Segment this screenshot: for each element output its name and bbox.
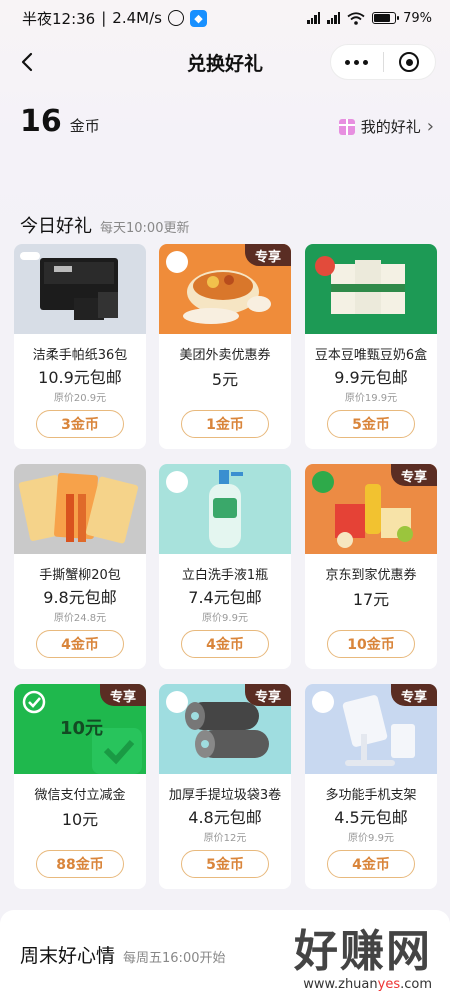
product-name: 微信支付立减金 [34,788,126,803]
product-price: 17元 [352,590,390,609]
brand-logo [166,471,188,493]
hand-soap-bottle-image [159,464,291,554]
product-original-price: 原价12元 [203,833,247,844]
nav-bar: 兑换好礼 [0,40,450,84]
product-original-price: 原价20.9元 [53,393,107,404]
food-bowl-image: 专享 [159,244,291,334]
status-time: 半夜12:36 [22,9,96,28]
product-card[interactable]: 10元 专享 微信支付立减金 10元 88金币 [14,684,146,889]
wechat-pay-coupon-image: 10元 专享 [14,684,146,774]
gift-icon [338,118,355,135]
product-name: 立白洗手液1瓶 [181,568,269,583]
redeem-button[interactable]: 5金币 [181,850,269,878]
exclusive-tag: 专享 [245,684,291,706]
exclusive-tag: 专享 [391,684,437,706]
product-price: 10元 [61,810,99,829]
wifi-icon [347,11,365,25]
product-card[interactable]: 豆本豆唯甄豆奶6盒 9.9元包邮 原价19.9元 5金币 [305,244,437,449]
signal-icon [307,12,321,24]
status-bar: 半夜12:36 | 2.4M/s ◆ 79% [0,0,450,36]
meituan-logo [166,251,188,273]
product-price: 4.8元包邮 [188,808,262,827]
battery-icon [372,12,400,24]
app-notification-icon: ◆ [189,9,207,27]
exclusive-tag: 专享 [100,684,146,706]
close-miniprogram-button[interactable] [384,52,436,72]
status-speed: 2.4M/s [112,9,162,27]
product-price: 4.5元包邮 [334,808,408,827]
product-name: 洁柔手帕纸36包 [32,348,128,363]
watermark-url: www.zhuanyes.com [303,977,432,992]
today-section-header: 今日好礼 每天10:00更新 [20,212,189,238]
product-price: 7.4元包邮 [188,588,262,607]
redeem-button[interactable]: 10金币 [327,630,415,658]
today-section-subtitle: 每天10:00更新 [100,221,190,236]
target-close-icon [399,52,420,72]
product-original-price: 原价9.9元 [348,833,394,844]
signal-icon-2 [327,12,341,24]
product-name: 加厚手提垃圾袋3卷 [168,788,282,803]
product-card[interactable]: 洁柔手帕纸36包 10.9元包邮 原价20.9元 3金币 [14,244,146,449]
product-price: 9.8元包邮 [43,588,117,607]
status-divider: | [101,9,107,27]
product-card[interactable]: 专享 多功能手机支架 4.5元包邮 原价9.9元 4金币 [305,684,437,889]
my-gifts-label: 我的好礼 [360,118,421,136]
product-name: 京东到家优惠券 [325,568,417,583]
product-price: 5元 [211,370,239,389]
back-arrow-icon[interactable] [14,48,42,76]
miniprogram-capsule [330,44,436,80]
product-card[interactable]: 专享 京东到家优惠券 17元 10金币 [305,464,437,669]
groceries-image: 专享 [305,464,437,554]
alarm-icon [167,10,184,26]
coin-balance-amount: 16 [20,104,62,139]
exclusive-tag: 专享 [391,464,437,486]
coin-balance-unit: 金币 [69,117,100,135]
redeem-button[interactable]: 1金币 [181,410,269,438]
redeem-button[interactable]: 88金币 [36,850,124,878]
redeem-button[interactable]: 4金币 [181,630,269,658]
product-price: 10.9元包邮 [38,368,122,387]
coupon-value-text: 10元 [60,718,104,739]
battery-percent: 79% [403,10,432,26]
chevron-right-icon: › [426,116,434,137]
page-title: 兑换好礼 [186,52,263,75]
my-gifts-link[interactable]: 我的好礼 › [338,116,434,137]
jd-daojia-logo [312,471,334,493]
today-section-title: 今日好礼 [20,216,92,237]
product-card[interactable]: 立白洗手液1瓶 7.4元包邮 原价9.9元 4金币 [159,464,291,669]
product-name: 多功能手机支架 [325,788,417,803]
tissue-box-image [14,244,146,334]
product-card[interactable]: 专享 美团外卖优惠券 5元 1金币 [159,244,291,449]
soy-milk-boxes-image [305,244,437,334]
exclusive-tag: 专享 [245,244,291,266]
more-options-icon[interactable] [331,59,383,65]
brand-logo [166,691,188,713]
redeem-button[interactable]: 4金币 [36,630,124,658]
product-card[interactable]: 专享 加厚手提垃圾袋3卷 4.8元包邮 原价12元 5金币 [159,684,291,889]
brand-logo [312,691,334,713]
product-price: 9.9元包邮 [334,368,408,387]
product-name: 美团外卖优惠券 [179,348,271,363]
phone-stand-image: 专享 [305,684,437,774]
product-card[interactable]: 手撕蟹柳20包 9.8元包邮 原价24.8元 4金币 [14,464,146,669]
product-name: 手撕蟹柳20包 [39,568,121,583]
weekend-section-title: 周末好心情 [20,945,116,967]
coin-balance: 16 金币 [20,104,100,139]
redeem-button[interactable]: 5金币 [327,410,415,438]
product-original-price: 原价9.9元 [202,613,248,624]
crab-stick-snacks-image [14,464,146,554]
watermark: 好赚网 www.zhuanyes.com [294,915,432,992]
product-name: 豆本豆唯甄豆奶6盒 [314,348,428,363]
weekend-section-header: 周末好心情 每周五16:00开始 [20,941,225,968]
redeem-button[interactable]: 3金币 [36,410,124,438]
weekend-section-subtitle: 每周五16:00开始 [123,951,226,966]
product-original-price: 原价24.8元 [53,613,107,624]
watermark-text: 好赚网 [294,926,432,977]
product-original-price: 原价19.9元 [344,393,398,404]
garbage-bag-rolls-image: 专享 [159,684,291,774]
redeem-button[interactable]: 4金币 [327,850,415,878]
